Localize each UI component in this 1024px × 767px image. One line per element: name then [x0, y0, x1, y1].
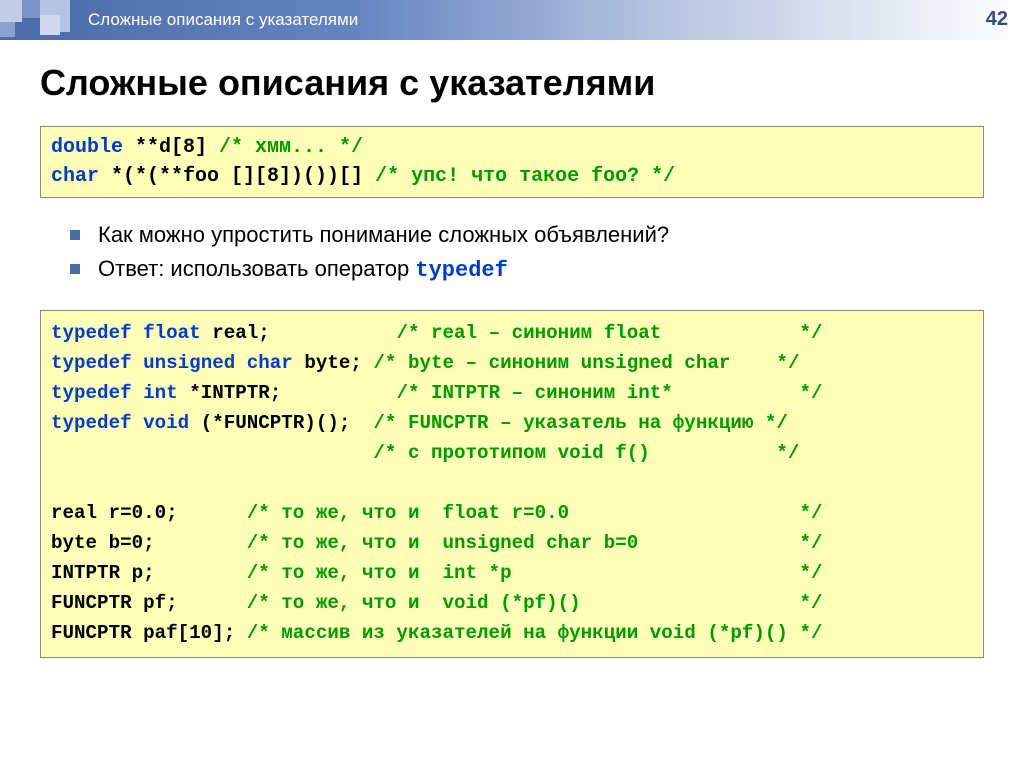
code-keyword: char: [51, 165, 99, 188]
code-blank: [51, 472, 63, 494]
code-text: byte b=0;: [51, 532, 247, 554]
code-comment: /* INTPTR – синоним int* */: [396, 382, 822, 404]
code-type: void: [143, 412, 201, 434]
page-title: Сложные описания с указателями: [40, 62, 984, 104]
code-text: real r=0.0;: [51, 502, 247, 524]
bullet-list: Как можно упростить понимание сложных об…: [40, 218, 984, 288]
code-keyword: typedef: [51, 322, 143, 344]
code-keyword: typedef: [51, 412, 143, 434]
code-block-2: typedef float real; /* real – синоним fl…: [40, 310, 984, 657]
page-number: 42: [986, 8, 1008, 31]
code-comment: /* byte – синоним unsigned char */: [373, 352, 799, 374]
list-item: Ответ: использовать оператор typedef: [70, 252, 984, 288]
list-item: Как можно упростить понимание сложных об…: [70, 218, 984, 252]
code-comment: /* real – синоним float */: [396, 322, 822, 344]
code-comment: /* хмм... */: [219, 136, 363, 159]
code-text: real;: [212, 322, 396, 344]
code-text: (*FUNCPTR)();: [201, 412, 374, 434]
code-text: byte;: [304, 352, 373, 374]
code-block-1: double **d[8] /* хмм... */ char *(*(**fo…: [40, 126, 984, 198]
code-text: *(*(**foo [][8])())[]: [99, 165, 375, 188]
code-comment: /* массив из указателей на функции void …: [247, 622, 823, 644]
slide-content: Сложные описания с указателями double **…: [0, 40, 1024, 658]
inline-code: typedef: [415, 258, 507, 283]
code-text: [51, 442, 373, 464]
code-comment: /* FUNCPTR – указатель на функцию */: [373, 412, 788, 434]
code-keyword: double: [51, 136, 123, 159]
code-comment: /* то же, что и float r=0.0 */: [247, 502, 823, 524]
code-comment: /* то же, что и unsigned char b=0 */: [247, 532, 823, 554]
slide-header: Сложные описания с указателями 42: [0, 0, 1024, 40]
code-type: unsigned char: [143, 352, 304, 374]
breadcrumb: Сложные описания с указателями: [88, 10, 358, 30]
code-keyword: typedef: [51, 382, 143, 404]
code-comment: /* с прототипом void f() */: [373, 442, 799, 464]
code-text: FUNCPTR pf;: [51, 592, 247, 614]
code-comment: /* то же, что и int *p */: [247, 562, 823, 584]
bullet-text: Как можно упростить понимание сложных об…: [98, 222, 669, 247]
code-keyword: typedef: [51, 352, 143, 374]
code-type: float: [143, 322, 212, 344]
code-text: INTPTR p;: [51, 562, 247, 584]
code-comment: /* то же, что и void (*pf)() */: [247, 592, 823, 614]
code-text: **d[8]: [123, 136, 219, 159]
logo-icon: [0, 0, 70, 40]
code-text: *INTPTR;: [189, 382, 396, 404]
code-comment: /* упс! что такое foo? */: [375, 165, 675, 188]
code-text: FUNCPTR paf[10];: [51, 622, 247, 644]
bullet-text: Ответ: использовать оператор: [98, 256, 415, 281]
code-type: int: [143, 382, 189, 404]
